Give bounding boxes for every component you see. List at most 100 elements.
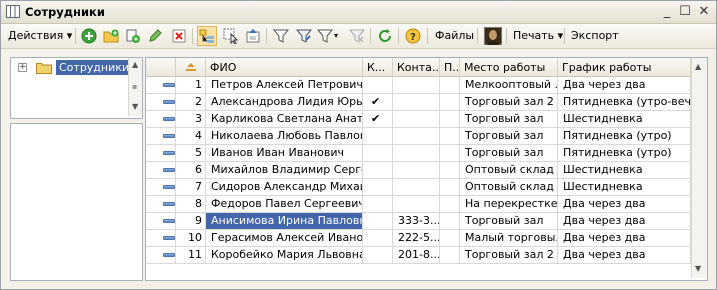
cell-schedule[interactable]: Шестидневка (558, 179, 691, 196)
table-row[interactable]: 3Карликова Светлана Анато...✔ Торговый за… (146, 111, 692, 128)
cell-workplace[interactable]: Оптовый склад 2 (460, 179, 558, 196)
row-icon-cell[interactable] (146, 196, 176, 213)
cell-workplace[interactable]: Торговый зал 2 (460, 247, 558, 264)
cell-schedule[interactable]: Шестидневка (558, 162, 691, 179)
cell-k[interactable] (363, 179, 393, 196)
row-number[interactable]: 5 (176, 145, 206, 162)
row-number[interactable]: 11 (176, 247, 206, 264)
cell-workplace[interactable]: На перекрестке (460, 196, 558, 213)
row-number[interactable]: 10 (176, 230, 206, 247)
table-row[interactable]: 1 Петров Алексей Петрович Мелкооптовый ...… (146, 77, 692, 94)
cell-p[interactable] (440, 111, 460, 128)
files-button[interactable]: Файлы (435, 27, 474, 45)
row-icon-cell[interactable] (146, 111, 176, 128)
delete-icon[interactable] (171, 28, 187, 44)
table-row[interactable]: 8 Федоров Павел Сергеевич На перекрестке Дв… (146, 196, 692, 213)
expand-icon[interactable]: + (18, 63, 27, 72)
cell-schedule[interactable]: Пятидневка (утро) (558, 128, 691, 145)
cell-workplace[interactable]: Торговый зал 2 (460, 94, 558, 111)
row-icon-cell[interactable] (146, 247, 176, 264)
cell-k[interactable] (363, 230, 393, 247)
cell-schedule[interactable]: Два через два (558, 213, 691, 230)
table-row[interactable]: 10 Герасимов Алексей Ивано... 222-5... Малы… (146, 230, 692, 247)
row-number[interactable]: 1 (176, 77, 206, 94)
cell-p[interactable] (440, 230, 460, 247)
add-icon[interactable] (81, 28, 97, 44)
cell-contacts[interactable] (393, 77, 440, 94)
cell-contacts[interactable] (393, 162, 440, 179)
header-schedule[interactable]: График работы (558, 58, 691, 77)
table-row[interactable]: 6 Михайлов Владимир Серге... Оптовый склад… (146, 162, 692, 179)
cell-schedule[interactable]: Два через два (558, 77, 691, 94)
cell-workplace[interactable]: Малый торговы... (460, 230, 558, 247)
cell-contacts[interactable] (393, 196, 440, 213)
cell-fio-selected[interactable]: Анисимова Ирина Павловна (206, 213, 363, 230)
row-icon-cell[interactable] (146, 145, 176, 162)
table-row[interactable]: 11 Коробейко Мария Львовна 201-8... Торговы… (146, 247, 692, 264)
cell-p[interactable] (440, 196, 460, 213)
cell-fio[interactable]: Александрова Лидия Юрье... (206, 94, 363, 111)
cell-p[interactable] (440, 247, 460, 264)
row-number[interactable]: 2 (176, 94, 206, 111)
table-row[interactable]: 4 Николаева Любовь Павлов... Торговый зал П… (146, 128, 692, 145)
go-up-icon[interactable] (245, 28, 261, 44)
filter-value-icon[interactable] (296, 28, 312, 44)
row-number[interactable]: 3 (176, 111, 206, 128)
header-p[interactable]: П... (440, 58, 460, 77)
cell-workplace[interactable]: Торговый зал (460, 145, 558, 162)
print-menu[interactable]: Печать ▾ (513, 27, 563, 45)
cell-schedule[interactable]: Пятидневка (утро-вечер) (558, 94, 691, 111)
scroll-down-icon[interactable]: ▼ (132, 102, 138, 111)
cell-p[interactable] (440, 145, 460, 162)
tree-scrollbar[interactable]: ▲ ▪ ▼ (128, 58, 142, 116)
cell-contacts[interactable] (393, 128, 440, 145)
scroll-thumb-icon[interactable]: ▪ (132, 82, 137, 91)
cell-fio[interactable]: Герасимов Алексей Ивано... (206, 230, 363, 247)
close-button[interactable]: ✕ (697, 5, 711, 19)
copy-icon[interactable] (125, 28, 141, 44)
cell-k[interactable]: ✔ (363, 94, 393, 111)
add-group-icon[interactable] (103, 28, 119, 44)
row-number[interactable]: 8 (176, 196, 206, 213)
cell-contacts[interactable] (393, 179, 440, 196)
cell-p[interactable] (440, 77, 460, 94)
cell-schedule[interactable]: Два через два (558, 196, 691, 213)
row-icon-cell[interactable] (146, 94, 176, 111)
cell-contacts[interactable]: 201-8... (393, 247, 440, 264)
row-number[interactable]: 9 (176, 213, 206, 230)
cell-fio[interactable]: Коробейко Мария Львовна (206, 247, 363, 264)
refresh-icon[interactable] (377, 28, 393, 44)
cell-contacts[interactable] (393, 94, 440, 111)
cell-workplace[interactable]: Торговый зал (460, 213, 558, 230)
filter-history-icon[interactable] (317, 28, 333, 44)
filter-icon[interactable] (273, 28, 289, 44)
cell-contacts[interactable]: 333-3... (393, 213, 440, 230)
header-sort[interactable] (176, 58, 206, 77)
maximize-button[interactable]: ☐ (678, 5, 692, 19)
cell-k[interactable]: ✔ (363, 111, 393, 128)
cell-p[interactable] (440, 94, 460, 111)
cell-k[interactable] (363, 213, 393, 230)
cell-schedule[interactable]: Пятидневка (утро) (558, 145, 691, 162)
cell-schedule[interactable]: Два через два (558, 230, 691, 247)
clear-filter-icon[interactable] (349, 28, 365, 44)
actions-menu[interactable]: Действия ▾ (8, 27, 72, 45)
cell-fio[interactable]: Николаева Любовь Павлов... (206, 128, 363, 145)
row-icon-cell[interactable] (146, 230, 176, 247)
row-number[interactable]: 7 (176, 179, 206, 196)
table-row[interactable]: 5 Иванов Иван Иванович Торговый зал Пятидне… (146, 145, 692, 162)
row-icon-cell[interactable] (146, 179, 176, 196)
cell-fio[interactable]: Федоров Павел Сергеевич (206, 196, 363, 213)
header-k[interactable]: К... (363, 58, 393, 77)
cell-k[interactable] (363, 196, 393, 213)
row-number[interactable]: 4 (176, 128, 206, 145)
cell-fio[interactable]: Петров Алексей Петрович (206, 77, 363, 94)
cell-schedule[interactable]: Шестидневка (558, 111, 691, 128)
scroll-down-icon[interactable]: ▼ (695, 264, 701, 273)
cell-schedule[interactable]: Два через два (558, 247, 691, 264)
header-workplace[interactable]: Место работы (460, 58, 558, 77)
employees-table[interactable]: ФИО К... Конта... П... Место работы Граф… (145, 57, 708, 281)
scroll-up-icon[interactable]: ▲ (132, 60, 138, 69)
scroll-up-icon[interactable]: ▲ (695, 62, 701, 71)
cell-contacts[interactable]: 222-5... (393, 230, 440, 247)
